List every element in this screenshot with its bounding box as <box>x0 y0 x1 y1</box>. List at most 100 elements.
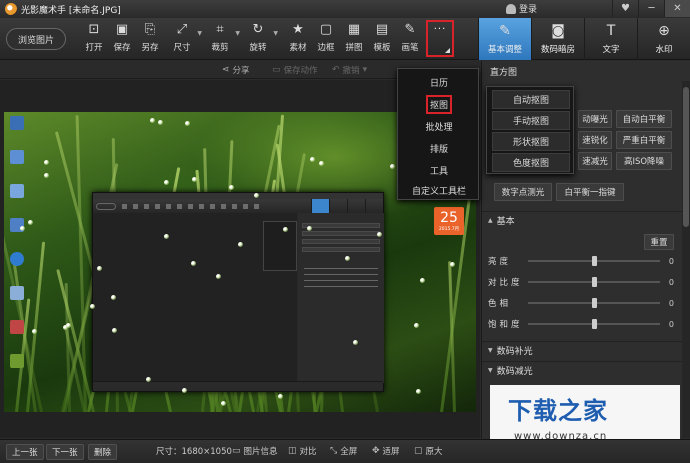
frame-button[interactable]: ▢ 边框 <box>312 22 340 56</box>
compare-label: 对比 <box>299 447 317 457</box>
favorite-button[interactable]: ♥ <box>612 0 638 17</box>
next-image-button[interactable]: 下一张 <box>46 444 84 460</box>
tab-basic-adjust[interactable]: ✎ 基本调整 <box>478 18 531 60</box>
digital-fill-light-label: 数码补光 <box>496 347 533 357</box>
nested-slider <box>304 280 378 281</box>
material-button[interactable]: ★ 素材 <box>284 22 312 56</box>
watermark-text: 下载之家 <box>508 397 608 425</box>
menu-item-tools[interactable]: 工具 <box>398 159 480 181</box>
dew-drop <box>20 225 26 231</box>
save-button[interactable]: ▣ 保存 <box>108 22 136 56</box>
nested-tool-icon <box>177 203 182 209</box>
desktop-icon <box>6 184 28 218</box>
share-button[interactable]: ⋖ 分享 <box>222 64 250 76</box>
more-tools-button[interactable]: ··· <box>426 20 454 57</box>
image-info-button[interactable]: ▭ 图片信息 <box>232 445 278 457</box>
submenu-shape-cutout[interactable]: 形状抠图 <box>492 132 570 151</box>
undo-button[interactable]: ↶ 撤销 ▾ <box>332 64 367 76</box>
login-button[interactable]: 登录 <box>506 2 537 15</box>
menu-item-calendar[interactable]: 日历 <box>398 71 480 93</box>
submenu-chroma-cutout[interactable]: 色度抠图 <box>492 153 570 172</box>
tab-digital-darkroom[interactable]: ◙ 数码暗房 <box>531 18 584 60</box>
prev-image-button[interactable]: 上一张 <box>6 444 44 460</box>
slider-track[interactable] <box>528 319 660 329</box>
tab-watermark[interactable]: ⊕ 水印 <box>637 18 690 60</box>
save-label: 保存 <box>113 43 131 53</box>
menu-item-layout[interactable]: 排版 <box>398 137 480 159</box>
submenu-auto-cutout[interactable]: 自动抠图 <box>492 90 570 109</box>
slider-track[interactable] <box>528 277 660 287</box>
open-label: 打开 <box>85 43 103 53</box>
brush-button[interactable]: ✎ 画笔 <box>396 22 424 56</box>
crop-button[interactable]: ⌗ 裁剪 ▼ <box>206 22 240 56</box>
slider-label: 色相 <box>488 299 512 309</box>
quick-dim-button[interactable]: 速减光 <box>578 152 612 170</box>
digital-spot-metering-button[interactable]: 数字点测光 <box>494 183 552 201</box>
close-button[interactable]: ✕ <box>664 0 690 17</box>
nested-dropdown <box>263 221 297 271</box>
slider-label: 对比度 <box>488 278 523 288</box>
frame-label: 边框 <box>317 43 335 53</box>
tab-text[interactable]: T 文字 <box>584 18 637 60</box>
slider-knob[interactable] <box>592 256 597 266</box>
open-icon: ⊡ <box>88 22 100 37</box>
quick-sharpen-button[interactable]: 速锐化 <box>578 131 612 149</box>
minimize-button[interactable]: ─ <box>638 0 664 17</box>
slider-track[interactable] <box>528 256 660 266</box>
slider-knob[interactable] <box>592 277 597 287</box>
auto-exposure-button[interactable]: 动曝光 <box>578 110 612 128</box>
digital-fill-light-section[interactable]: ▼ 数码补光 <box>482 341 682 359</box>
menu-item-calendar-label: 日历 <box>429 78 448 89</box>
nested-panel-row <box>302 223 380 228</box>
slider-knob[interactable] <box>592 298 597 308</box>
white-balance-one-key-button[interactable]: 白平衡一指键 <box>556 183 624 201</box>
undo-icon: ↶ <box>332 65 340 75</box>
original-size-label: 原大 <box>425 447 443 457</box>
template-button[interactable]: ▤ 模板 <box>368 22 396 56</box>
rotate-dropdown-icon[interactable]: ▼ <box>273 30 278 37</box>
menu-item-custom-toolbar[interactable]: 自定义工具栏 <box>398 179 480 201</box>
original-size-button[interactable]: ▢ 原大 <box>414 445 443 457</box>
menu-item-cutout[interactable]: 抠图 <box>398 93 480 115</box>
menu-item-cutout-label: 抠图 <box>425 94 452 114</box>
severe-white-balance-button[interactable]: 严重白平衡 <box>616 131 672 149</box>
resize-button[interactable]: ⤢ 尺寸 ▼ <box>168 22 202 56</box>
resize-dropdown-icon[interactable]: ▼ <box>197 30 202 37</box>
digital-dim-light-label: 数码减光 <box>496 367 533 377</box>
save-action-button[interactable]: ▭ 保存动作 <box>272 64 318 76</box>
auto-white-balance-button[interactable]: 自动白平衡 <box>616 110 672 128</box>
submenu-manual-cutout[interactable]: 手动抠图 <box>492 111 570 130</box>
material-label: 素材 <box>289 43 307 53</box>
delete-button[interactable]: 删除 <box>88 444 118 460</box>
collage-label: 拼图 <box>345 43 363 53</box>
scrollbar-thumb[interactable] <box>683 87 689 227</box>
rotate-icon: ↻ <box>252 22 264 37</box>
dew-drop <box>89 304 95 309</box>
rotate-button[interactable]: ↻ 旋转 ▼ <box>244 22 278 56</box>
dew-drop <box>43 159 49 165</box>
desktop-icon <box>6 320 28 354</box>
adjust-icon: ✎ <box>499 23 511 39</box>
fit-screen-button[interactable]: ✥ 适屏 <box>372 445 400 457</box>
high-iso-denoise-button[interactable]: 高ISO降噪 <box>616 152 672 170</box>
basic-section-header[interactable]: ▲ 基本 <box>482 211 682 229</box>
menu-item-batch[interactable]: 批处理 <box>398 115 480 137</box>
undo-dropdown-icon[interactable]: ▾ <box>363 65 368 75</box>
slider-row: 对比度 0 <box>488 274 676 290</box>
reset-button[interactable]: 重置 <box>644 234 674 250</box>
dew-drop <box>44 173 50 179</box>
crop-dropdown-icon[interactable]: ▼ <box>235 30 240 37</box>
browse-images-button[interactable]: 浏览图片 <box>6 28 66 50</box>
calendar-month: 2015.7月 <box>438 227 460 232</box>
collage-icon: ▦ <box>347 22 361 37</box>
open-button[interactable]: ⊡ 打开 <box>80 22 108 56</box>
collage-button[interactable]: ▦ 拼图 <box>340 22 368 56</box>
slider-track[interactable] <box>528 298 660 308</box>
slider-knob[interactable] <box>592 319 597 329</box>
panel-scrollbar[interactable] <box>682 81 690 438</box>
digital-dim-light-section[interactable]: ▼ 数码减光 <box>482 361 682 379</box>
fullscreen-button[interactable]: ⤡ 全屏 <box>330 445 357 457</box>
compare-button[interactable]: ◫ 对比 <box>288 445 317 457</box>
dew-drop <box>419 277 425 283</box>
save-as-button[interactable]: ⎘ 另存 <box>136 22 164 56</box>
